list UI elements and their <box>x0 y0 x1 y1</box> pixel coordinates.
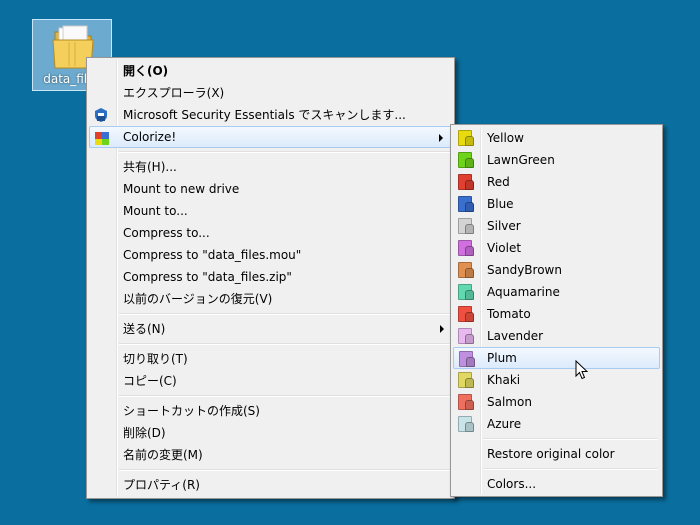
menu-item-color-tomato[interactable]: Tomato <box>453 303 660 325</box>
shield-icon <box>95 108 107 122</box>
color-folder-icon <box>458 416 472 432</box>
color-folder-icon <box>458 130 472 146</box>
menu-item-label: コピー(C) <box>123 374 177 388</box>
menu-item-color-lavender[interactable]: Lavender <box>453 325 660 347</box>
menu-item-color-azure[interactable]: Azure <box>453 413 660 435</box>
separator <box>89 340 452 348</box>
menu-item-label: Mount to... <box>123 204 188 218</box>
menu-item-color-silver[interactable]: Silver <box>453 215 660 237</box>
color-folder-icon <box>458 218 472 234</box>
menu-item-label: Blue <box>487 197 514 211</box>
menu-item-label: ショートカットの作成(S) <box>123 404 260 418</box>
context-menu: 開く(O) エクスプローラ(X) Microsoft Security Esse… <box>86 57 455 499</box>
menu-item-color-khaki[interactable]: Khaki <box>453 369 660 391</box>
menu-item-label: Lavender <box>487 329 544 343</box>
menu-item-color-sandybrown[interactable]: SandyBrown <box>453 259 660 281</box>
menu-item-color-red[interactable]: Red <box>453 171 660 193</box>
separator <box>453 435 660 443</box>
color-folder-icon <box>459 351 473 367</box>
mouse-cursor-icon <box>575 360 589 380</box>
menu-item-label: Compress to "data_files.mou" <box>123 248 302 262</box>
menu-item-compress-zip[interactable]: Compress to "data_files.zip" <box>89 266 452 288</box>
menu-item-color-lawngreen[interactable]: LawnGreen <box>453 149 660 171</box>
separator <box>89 148 452 156</box>
color-folder-icon <box>458 328 472 344</box>
menu-item-label: Mount to new drive <box>123 182 240 196</box>
submenu-arrow-icon <box>440 325 444 333</box>
menu-item-mount-new-drive[interactable]: Mount to new drive <box>89 178 452 200</box>
menu-item-restore-versions[interactable]: 以前のバージョンの復元(V) <box>89 288 452 310</box>
menu-item-restore-color[interactable]: Restore original color <box>453 443 660 465</box>
color-folder-icon <box>458 240 472 256</box>
color-folder-icon <box>458 262 472 278</box>
menu-item-colorize[interactable]: Colorize! <box>89 126 452 148</box>
menu-item-color-violet[interactable]: Violet <box>453 237 660 259</box>
menu-item-label: Tomato <box>487 307 531 321</box>
menu-item-label: Silver <box>487 219 521 233</box>
color-folder-icon <box>458 306 472 322</box>
separator <box>89 310 452 318</box>
color-folder-icon <box>458 394 472 410</box>
menu-item-label: Colors... <box>487 477 537 491</box>
menu-item-label: Khaki <box>487 373 521 387</box>
color-folder-icon <box>458 174 472 190</box>
menu-item-label: Red <box>487 175 510 189</box>
menu-item-label: Restore original color <box>487 447 615 461</box>
menu-item-label: 名前の変更(M) <box>123 448 203 462</box>
menu-item-label: Plum <box>487 351 517 365</box>
menu-item-label: Salmon <box>487 395 532 409</box>
menu-item-label: Yellow <box>487 131 524 145</box>
menu-item-label: LawnGreen <box>487 153 555 167</box>
menu-item-explorer[interactable]: エクスプローラ(X) <box>89 82 452 104</box>
menu-item-label: 以前のバージョンの復元(V) <box>123 292 273 306</box>
menu-item-open[interactable]: 開く(O) <box>89 60 452 82</box>
menu-item-label: Azure <box>487 417 522 431</box>
menu-item-color-aquamarine[interactable]: Aquamarine <box>453 281 660 303</box>
menu-item-label: Violet <box>487 241 522 255</box>
menu-item-scan[interactable]: Microsoft Security Essentials でスキャンします..… <box>89 104 452 126</box>
menu-item-label: 開く(O) <box>123 64 169 78</box>
menu-item-label: 削除(D) <box>123 426 166 440</box>
menu-item-mount-to[interactable]: Mount to... <box>89 200 452 222</box>
submenu-arrow-icon <box>439 134 443 142</box>
color-folder-icon <box>458 196 472 212</box>
menu-item-compress-to[interactable]: Compress to... <box>89 222 452 244</box>
menu-item-cut[interactable]: 切り取り(T) <box>89 348 452 370</box>
menu-item-label: Aquamarine <box>487 285 560 299</box>
menu-item-label: Colorize! <box>123 130 177 144</box>
menu-item-color-yellow[interactable]: Yellow <box>453 127 660 149</box>
color-folder-icon <box>458 284 472 300</box>
menu-item-copy[interactable]: コピー(C) <box>89 370 452 392</box>
menu-item-compress-mou[interactable]: Compress to "data_files.mou" <box>89 244 452 266</box>
separator <box>89 466 452 474</box>
menu-item-share[interactable]: 共有(H)... <box>89 156 452 178</box>
menu-item-label: Microsoft Security Essentials でスキャンします..… <box>123 108 406 122</box>
menu-item-label: 送る(N) <box>123 322 166 336</box>
menu-item-color-salmon[interactable]: Salmon <box>453 391 660 413</box>
menu-item-label: Compress to... <box>123 226 210 240</box>
menu-item-label: 切り取り(T) <box>123 352 188 366</box>
colorize-icon <box>95 132 109 145</box>
menu-item-color-plum[interactable]: Plum <box>453 347 660 369</box>
menu-item-properties[interactable]: プロパティ(R) <box>89 474 452 496</box>
menu-item-color-blue[interactable]: Blue <box>453 193 660 215</box>
separator <box>453 465 660 473</box>
colorize-submenu: Yellow LawnGreen Red Blue Silver Violet SandyB… <box>450 124 663 497</box>
menu-item-label: SandyBrown <box>487 263 562 277</box>
menu-item-label: エクスプローラ(X) <box>123 86 225 100</box>
menu-item-label: プロパティ(R) <box>123 478 200 492</box>
menu-item-colors[interactable]: Colors... <box>453 473 660 495</box>
color-folder-icon <box>458 372 472 388</box>
menu-item-send-to[interactable]: 送る(N) <box>89 318 452 340</box>
menu-item-label: 共有(H)... <box>123 160 177 174</box>
separator <box>89 392 452 400</box>
color-folder-icon <box>458 152 472 168</box>
menu-item-delete[interactable]: 削除(D) <box>89 422 452 444</box>
menu-item-rename[interactable]: 名前の変更(M) <box>89 444 452 466</box>
menu-item-create-shortcut[interactable]: ショートカットの作成(S) <box>89 400 452 422</box>
menu-item-label: Compress to "data_files.zip" <box>123 270 292 284</box>
